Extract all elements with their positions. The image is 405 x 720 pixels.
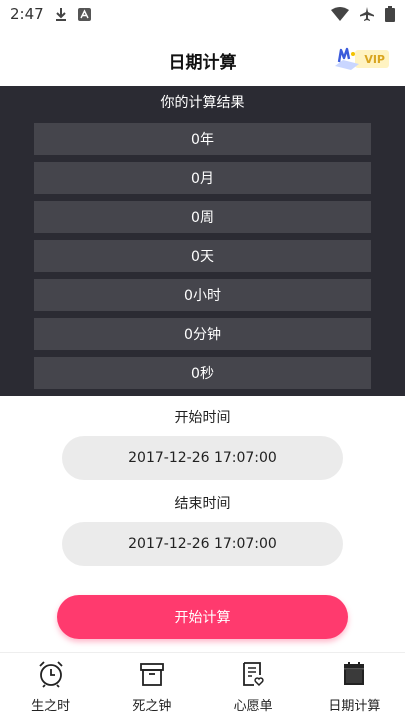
end-time-label: 结束时间 [174, 496, 231, 512]
result-days: 0天 [34, 240, 371, 272]
font-icon [77, 7, 91, 21]
download-icon [54, 7, 68, 21]
vip-crown-icon [335, 47, 359, 70]
status-time: 2:47 [10, 5, 44, 23]
result-weeks: 0周 [34, 201, 371, 233]
calculate-button[interactable]: 开始计算 [57, 595, 348, 639]
wifi-icon [331, 7, 349, 21]
status-right [331, 6, 395, 22]
result-months: 0月 [34, 162, 371, 194]
result-hours: 0小时 [34, 279, 371, 311]
alarm-clock-icon [36, 659, 66, 689]
start-time-field[interactable]: 2017-12-26 17:07:00 [62, 436, 343, 480]
bottom-nav: 生之时 死之钟 心愿单 日期计算 [0, 652, 405, 720]
result-seconds: 0秒 [34, 357, 371, 389]
battery-icon [385, 6, 395, 22]
calendar-icon [339, 659, 369, 689]
nav-label-date-calc: 日期计算 [328, 699, 381, 714]
nav-item-wish-list[interactable]: 心愿单 [203, 653, 304, 720]
nav-label-wish-list: 心愿单 [233, 699, 273, 714]
start-time-label: 开始时间 [174, 410, 231, 426]
nav-item-date-calc[interactable]: 日期计算 [304, 653, 405, 720]
result-panel: 你的计算结果 0年 0月 0周 0天 0小时 0分钟 0秒 [0, 86, 405, 396]
result-minutes: 0分钟 [34, 318, 371, 350]
result-years: 0年 [34, 123, 371, 155]
nav-label-death-clock: 死之钟 [132, 699, 172, 714]
nav-label-birth-time: 生之时 [31, 699, 71, 714]
airplane-icon [359, 6, 375, 22]
nav-item-death-clock[interactable]: 死之钟 [101, 653, 202, 720]
status-bar: 2:47 [0, 0, 405, 28]
page-title: 日期计算 [168, 52, 237, 73]
nav-item-birth-time[interactable]: 生之时 [0, 653, 101, 720]
wish-list-icon [238, 659, 268, 689]
status-left: 2:47 [10, 5, 91, 23]
result-heading: 你的计算结果 [160, 95, 245, 111]
box-icon [137, 659, 167, 689]
title-bar: 日期计算 VIP [0, 36, 405, 84]
vip-button[interactable]: VIP [333, 46, 389, 72]
end-time-field[interactable]: 2017-12-26 17:07:00 [62, 522, 343, 566]
